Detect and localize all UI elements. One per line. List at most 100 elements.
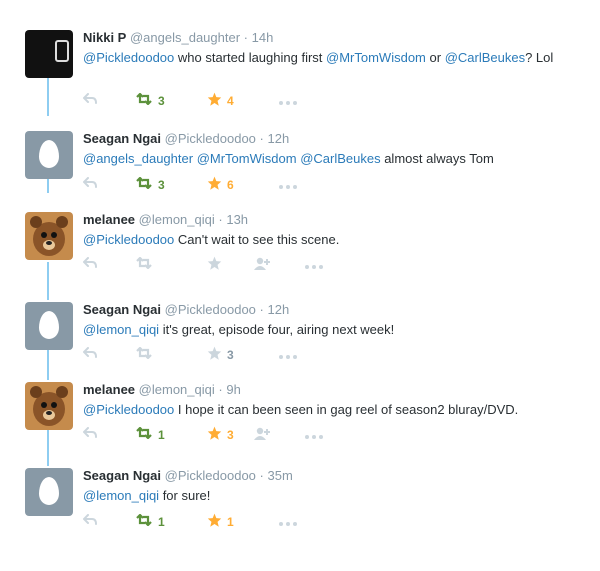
retweet-button[interactable] [135,256,153,273]
author-name[interactable]: Seagan Ngai [83,468,161,483]
reply-button[interactable] [82,347,97,363]
bear-eye-l [41,232,47,238]
mention-link[interactable]: @MrTomWisdom [326,50,426,65]
reply-button[interactable] [82,93,97,109]
favorite-button[interactable]: 6 [207,176,234,193]
more-button[interactable] [305,427,323,443]
author-name[interactable]: Nikki P [83,30,126,45]
more-icon [279,514,297,530]
retweet-count: 1 [158,515,165,529]
retweet-button[interactable] [135,346,153,363]
author-name[interactable]: melanee [83,212,135,227]
mention-link[interactable]: @MrTomWisdom [197,151,297,166]
more-icon [305,257,323,273]
more-button[interactable] [279,514,297,530]
mention-link[interactable]: @lemon_qiqi [83,488,159,503]
retweet-count: 3 [158,94,165,108]
mention-link[interactable]: @CarlBeukes [300,151,380,166]
reply-icon [82,93,97,109]
retweet-button[interactable]: 1 [135,426,165,443]
separator: · [218,212,223,227]
author-handle[interactable]: @Pickledoodoo [165,468,256,483]
timestamp[interactable]: 35m [268,468,293,483]
author-handle[interactable]: @angels_daughter [130,30,240,45]
avatar-logo-shape [55,40,69,62]
author-handle[interactable]: @Pickledoodoo [165,302,256,317]
star-icon [207,346,222,364]
dark-logo-avatar[interactable] [25,30,73,78]
mention-link[interactable]: @Pickledoodoo [83,232,174,247]
reply-button[interactable] [82,427,97,443]
retweet-button[interactable]: 3 [135,92,165,109]
reply-icon [82,514,97,530]
author-handle[interactable]: @Pickledoodoo [165,131,256,146]
star-icon [207,513,222,531]
reply-button[interactable] [82,257,97,273]
tweet: Seagan Ngai @Pickledoodoo · 12h @angels_d… [0,131,600,215]
bear-eye-r [51,402,57,408]
tweet-text-fragment: ? Lol [525,50,554,65]
bear-eye-l [41,402,47,408]
bear-ear-l [30,386,42,398]
follow-button[interactable] [253,427,271,443]
tweet: melanee @lemon_qiqi · 13h @Pickledoodoo C… [0,212,600,296]
retweet-icon [135,346,153,363]
retweet-icon [135,92,153,109]
bear-ear-l [30,216,42,228]
favorite-button[interactable]: 3 [207,426,234,443]
tweet-text: @lemon_qiqi for sure! [83,487,583,505]
mention-link[interactable]: @Pickledoodoo [83,402,174,417]
favorite-button[interactable]: 1 [207,513,234,531]
favorite-count: 6 [227,178,234,192]
retweet-icon [135,176,153,193]
bear-ear-r [56,216,68,228]
egg-avatar[interactable] [25,468,73,516]
favorite-count: 4 [227,94,234,108]
egg-avatar[interactable] [25,131,73,179]
retweet-button[interactable]: 3 [135,176,165,193]
author-handle[interactable]: @lemon_qiqi [139,212,215,227]
author-name[interactable]: Seagan Ngai [83,131,161,146]
author-handle[interactable]: @lemon_qiqi [139,382,215,397]
retweet-icon [135,426,153,443]
follow-button[interactable] [253,257,271,273]
reply-icon [82,177,97,193]
retweet-button[interactable]: 1 [135,513,165,530]
timestamp[interactable]: 13h [226,212,248,227]
egg-avatar[interactable] [25,302,73,350]
tweet-text-fragment: for sure! [159,488,211,503]
more-button[interactable] [279,177,297,193]
tweet-header: Seagan Ngai @Pickledoodoo · 12h [83,302,583,318]
favorite-count: 3 [227,428,234,442]
reply-button[interactable] [82,514,97,530]
more-button[interactable] [279,347,297,363]
timestamp[interactable]: 12h [268,302,290,317]
bear-avatar[interactable] [25,212,73,260]
tweet-content: melanee @lemon_qiqi · 13h @Pickledoodoo C… [82,212,583,270]
separator: · [259,302,264,317]
author-name[interactable]: Seagan Ngai [83,302,161,317]
more-button[interactable] [305,257,323,273]
favorite-button[interactable]: 3 [207,346,234,364]
tweet-content: Nikki P @angels_daughter · 14h @Pickledoo… [82,30,583,108]
tweet-text: @Pickledoodoo I hope it can been seen in… [83,401,583,419]
mention-link[interactable]: @angels_daughter [83,151,193,166]
egg-shape [39,477,59,505]
reply-button[interactable] [82,177,97,193]
favorite-button[interactable]: 4 [207,92,234,109]
timestamp[interactable]: 9h [226,382,240,397]
timestamp[interactable]: 14h [252,30,274,45]
more-button[interactable] [279,93,297,109]
favorite-button[interactable] [207,256,222,273]
author-name[interactable]: melanee [83,382,135,397]
bear-ear-r [56,386,68,398]
retweet-count: 1 [158,428,165,442]
timestamp[interactable]: 12h [268,131,290,146]
mention-link[interactable]: @Pickledoodoo [83,50,174,65]
tweet-text-fragment: almost always Tom [380,151,494,166]
more-icon [279,93,297,109]
bear-avatar[interactable] [25,382,73,430]
tweet-text-fragment: or [425,50,445,65]
mention-link[interactable]: @lemon_qiqi [83,322,159,337]
mention-link[interactable]: @CarlBeukes [445,50,525,65]
